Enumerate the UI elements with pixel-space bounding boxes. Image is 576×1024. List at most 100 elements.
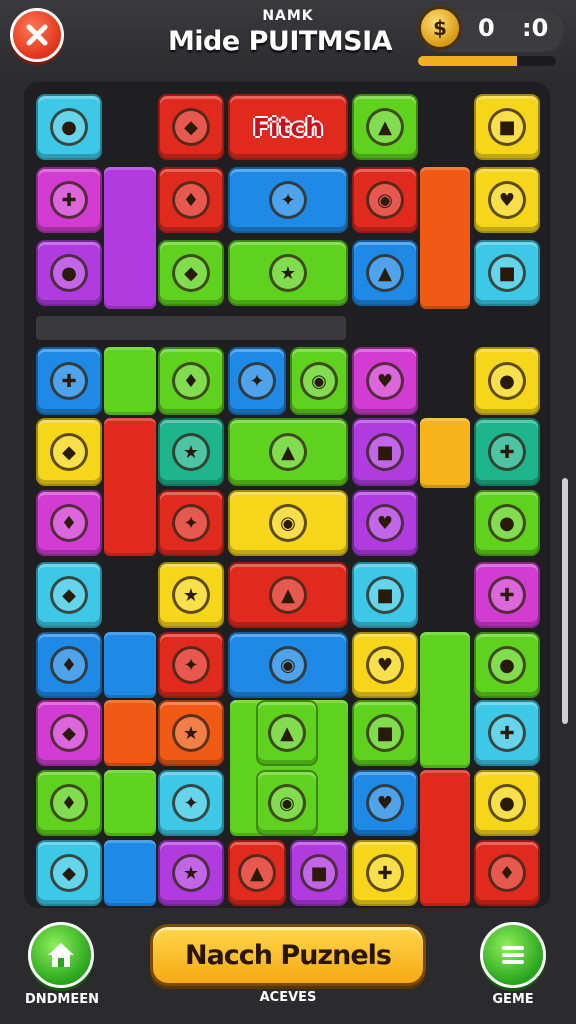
- puzzle-tile[interactable]: ■: [352, 562, 418, 628]
- puzzle-tile[interactable]: ▲: [352, 94, 418, 160]
- puzzle-tile[interactable]: ◆: [158, 240, 224, 306]
- puzzle-tile[interactable]: ◉: [228, 632, 348, 698]
- puzzle-tile[interactable]: ◉: [352, 167, 418, 233]
- main-button-caption: ACEVES: [259, 990, 317, 1005]
- puzzle-tile[interactable]: ◉: [256, 770, 318, 836]
- puzzle-tile[interactable]: ✦: [158, 490, 224, 556]
- puzzle-tile[interactable]: ◉: [228, 490, 348, 556]
- puzzle-tile[interactable]: ■: [474, 240, 540, 306]
- tile-symbol-icon: ◆: [172, 254, 210, 292]
- menu-button[interactable]: [480, 922, 546, 988]
- puzzle-tile[interactable]: ▲: [256, 700, 318, 766]
- tile-symbol-icon: ●: [488, 362, 526, 400]
- puzzle-tile[interactable]: ▲: [228, 562, 348, 628]
- puzzle-tile[interactable]: ✚: [352, 840, 418, 906]
- puzzle-tile[interactable]: ●: [474, 770, 540, 836]
- tile-symbol-icon: ♦: [50, 784, 88, 822]
- board-connector: [104, 840, 156, 906]
- tile-symbol-icon: ✦: [238, 362, 276, 400]
- puzzle-tile[interactable]: ▲: [352, 240, 418, 306]
- tile-symbol-icon: ★: [172, 433, 210, 471]
- menu-caption: GEME: [492, 992, 534, 1007]
- tile-symbol-icon: ★: [172, 854, 210, 892]
- bottom-bar: DNDMEEN Nacch Puznels ACEVES GEME: [0, 910, 576, 1024]
- tile-symbol-icon: ♥: [366, 362, 404, 400]
- puzzle-tile[interactable]: ♦: [36, 632, 102, 698]
- puzzle-tile[interactable]: ★: [158, 562, 224, 628]
- home-icon: [48, 943, 74, 967]
- puzzle-tile[interactable]: ✚: [474, 562, 540, 628]
- score-secondary: :0: [522, 14, 549, 42]
- puzzle-tile[interactable]: ♥: [352, 770, 418, 836]
- tile-symbol-icon: ✚: [50, 362, 88, 400]
- tile-symbol-icon: ▲: [366, 254, 404, 292]
- puzzle-tile[interactable]: ●: [474, 632, 540, 698]
- board-connector: [104, 167, 156, 309]
- puzzle-tile[interactable]: ●: [474, 490, 540, 556]
- close-icon: [26, 24, 48, 46]
- puzzle-tile[interactable]: ■: [352, 700, 418, 766]
- scrollbar[interactable]: [562, 478, 568, 724]
- puzzle-tile[interactable]: ■: [352, 418, 418, 486]
- tile-symbol-icon: ✦: [172, 646, 210, 684]
- level-progress-bar: [418, 56, 556, 66]
- tile-symbol-icon: ▲: [238, 854, 276, 892]
- tile-symbol-icon: ▲: [269, 576, 307, 614]
- board-connector: [104, 770, 156, 836]
- puzzle-tile[interactable]: ♥: [352, 347, 418, 415]
- puzzle-tile[interactable]: ◉: [290, 347, 348, 415]
- puzzle-tile[interactable]: ♦: [36, 770, 102, 836]
- puzzle-tile[interactable]: ★: [158, 418, 224, 486]
- tile-symbol-icon: ◉: [300, 362, 338, 400]
- puzzle-tile[interactable]: ●: [474, 347, 540, 415]
- puzzle-tile[interactable]: ♥: [352, 632, 418, 698]
- puzzle-tile[interactable]: ✚: [474, 700, 540, 766]
- puzzle-tile[interactable]: ♥: [352, 490, 418, 556]
- puzzle-tile[interactable]: ■: [290, 840, 348, 906]
- match-title-tile[interactable]: Fitch: [228, 94, 348, 160]
- tile-symbol-icon: ♦: [50, 646, 88, 684]
- match-title-text: Fitch: [252, 112, 324, 142]
- tile-symbol-icon: ★: [172, 714, 210, 752]
- tile-symbol-icon: ■: [366, 714, 404, 752]
- puzzle-tile[interactable]: ■: [474, 94, 540, 160]
- puzzle-tile[interactable]: ★: [158, 840, 224, 906]
- home-button[interactable]: [28, 922, 94, 988]
- puzzle-tile[interactable]: ♦: [474, 840, 540, 906]
- puzzle-tile[interactable]: ✦: [158, 770, 224, 836]
- puzzle-tile[interactable]: ♥: [474, 167, 540, 233]
- board-connector: [420, 418, 470, 488]
- match-puzzles-button[interactable]: Nacch Puznels: [150, 924, 426, 986]
- puzzle-tile[interactable]: ✚: [36, 167, 102, 233]
- board-connector: [420, 770, 470, 906]
- board-connector: [104, 347, 156, 415]
- puzzle-tile[interactable]: ◆: [36, 562, 102, 628]
- tile-symbol-icon: ■: [366, 576, 404, 614]
- menu-icon: [502, 946, 524, 964]
- puzzle-tile[interactable]: ♦: [158, 167, 224, 233]
- puzzle-tile[interactable]: ●: [36, 94, 102, 160]
- puzzle-tile[interactable]: ●: [36, 240, 102, 306]
- puzzle-tile[interactable]: ◆: [158, 94, 224, 160]
- tile-symbol-icon: ◉: [269, 504, 307, 542]
- puzzle-tile[interactable]: ★: [158, 700, 224, 766]
- tile-symbol-icon: ♦: [172, 181, 210, 219]
- tile-symbol-icon: ✦: [269, 181, 307, 219]
- puzzle-tile[interactable]: ◆: [36, 418, 102, 486]
- puzzle-tile[interactable]: ✚: [474, 418, 540, 486]
- tile-symbol-icon: ✚: [488, 714, 526, 752]
- puzzle-tile[interactable]: ▲: [228, 418, 348, 486]
- tile-symbol-icon: ♦: [50, 504, 88, 542]
- puzzle-tile[interactable]: ✦: [228, 167, 348, 233]
- puzzle-tile[interactable]: ◆: [36, 840, 102, 906]
- puzzle-tile[interactable]: ▲: [228, 840, 286, 906]
- puzzle-tile[interactable]: ✦: [228, 347, 286, 415]
- tile-symbol-icon: ●: [50, 254, 88, 292]
- puzzle-tile[interactable]: ◆: [36, 700, 102, 766]
- puzzle-tile[interactable]: ♦: [36, 490, 102, 556]
- puzzle-tile[interactable]: ✦: [158, 632, 224, 698]
- puzzle-tile[interactable]: ★: [228, 240, 348, 306]
- tile-symbol-icon: ♦: [488, 854, 526, 892]
- puzzle-tile[interactable]: ♦: [158, 347, 224, 415]
- puzzle-tile[interactable]: ✚: [36, 347, 102, 415]
